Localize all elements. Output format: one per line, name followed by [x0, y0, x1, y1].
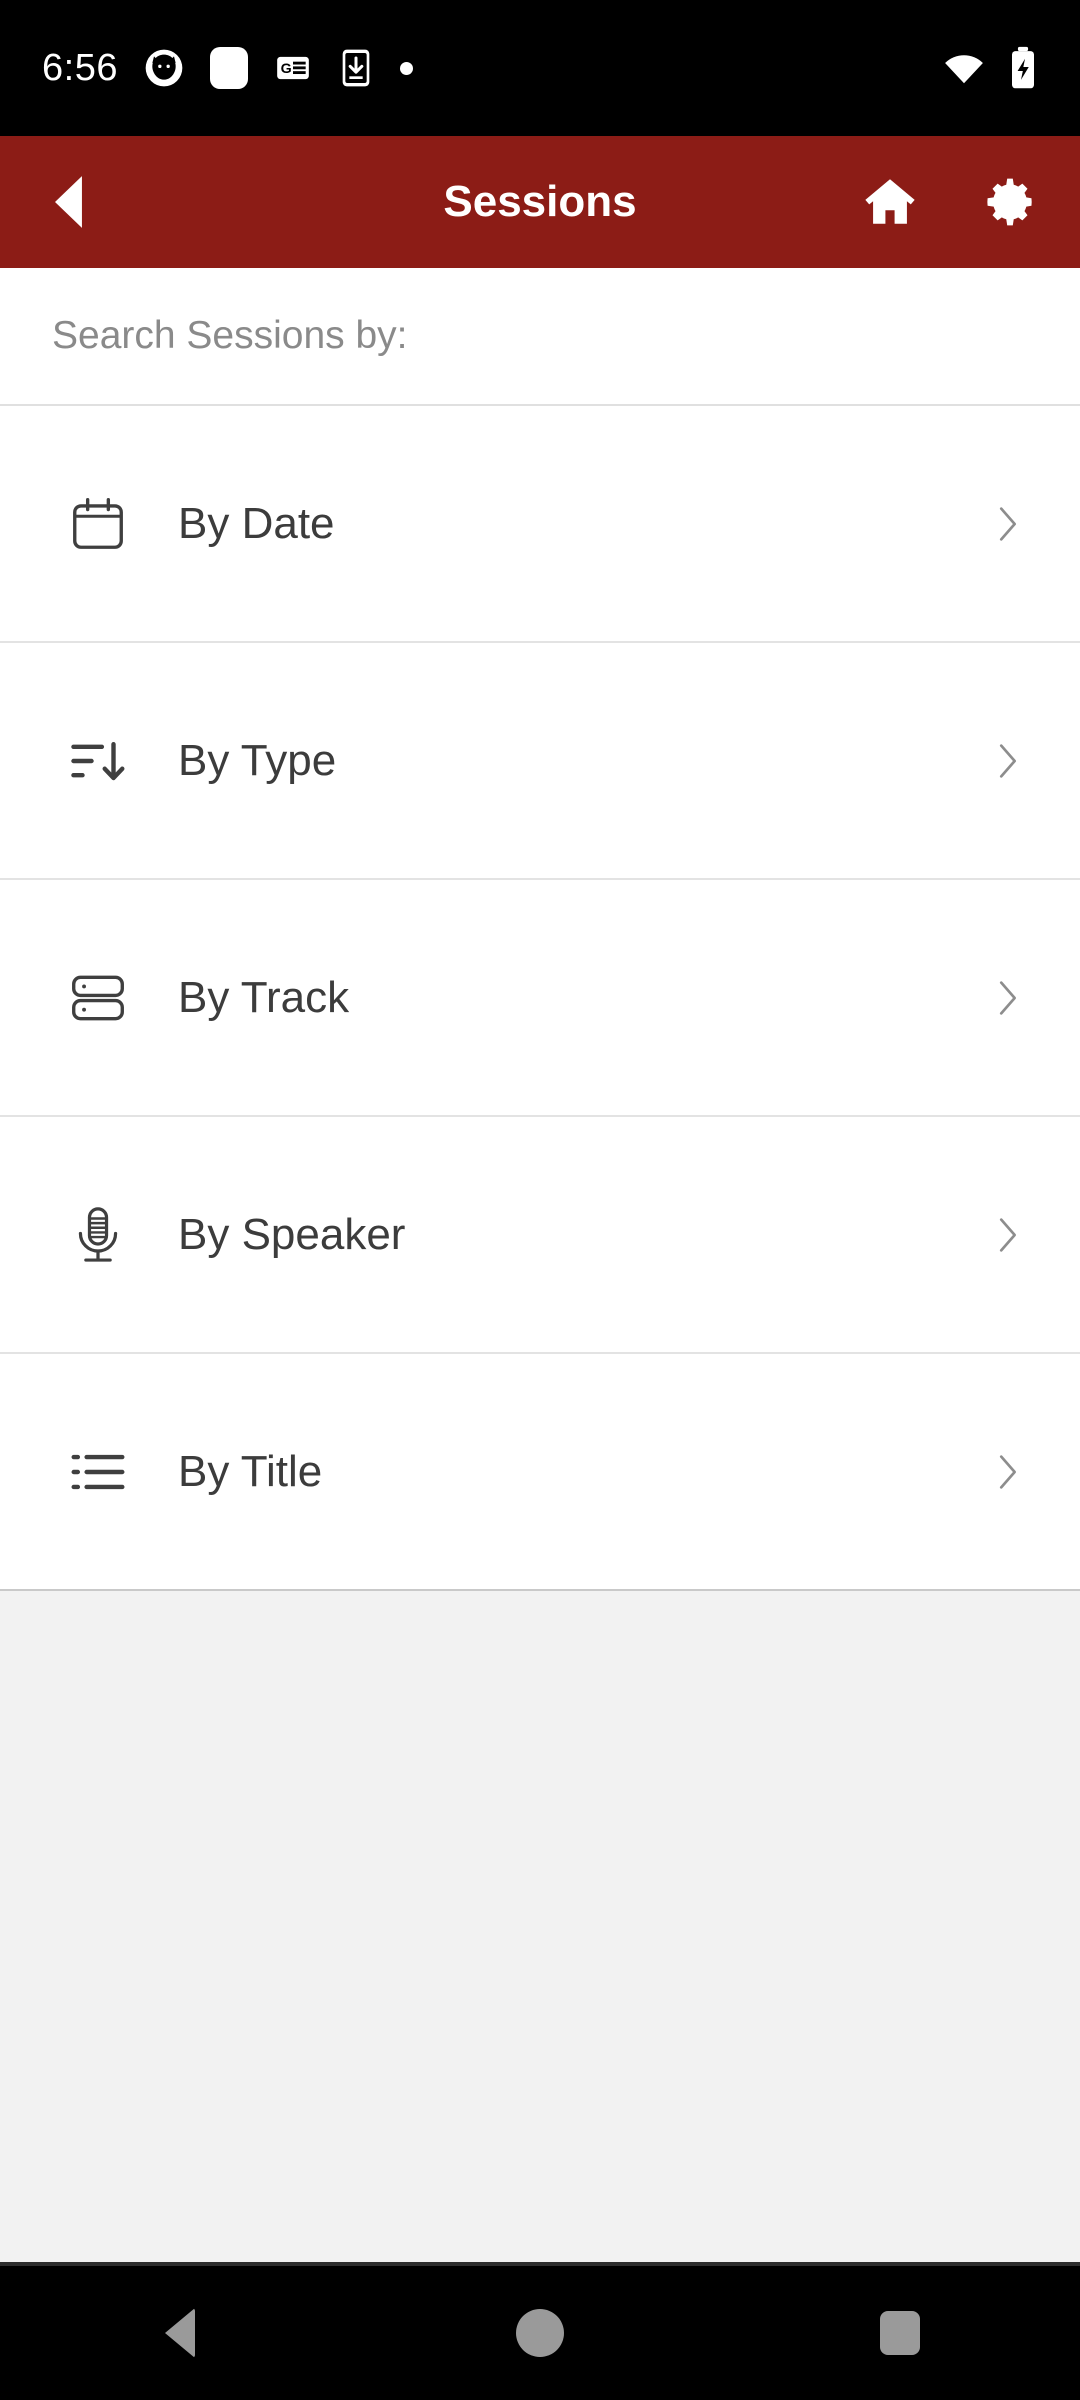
phone-screen: 6:56 G Sessions Search Sessions by: By D…: [0, 0, 1080, 2400]
list-item-label: By Speaker: [178, 1209, 406, 1259]
rounded-square-notification-icon: [209, 47, 248, 89]
list-icon: [62, 1436, 134, 1508]
list-item-label: By Title: [178, 1446, 323, 1496]
list-item-by-type[interactable]: By Type: [0, 643, 1080, 880]
list-item-by-track[interactable]: By Track: [0, 880, 1080, 1117]
status-bar-clock: 6:56: [42, 46, 118, 89]
status-bar-left: 6:56 G: [42, 47, 413, 90]
more-notifications-dot-icon: [399, 61, 413, 75]
list-item-by-date[interactable]: By Date: [0, 406, 1080, 643]
svg-text:G: G: [281, 61, 292, 77]
chevron-right-icon: [980, 734, 1034, 788]
list-item-label: By Type: [178, 735, 337, 785]
nav-back-icon: [165, 2308, 195, 2358]
cat-app-icon: [144, 48, 184, 88]
server-stack-icon: [62, 962, 134, 1034]
app-bar-actions: [854, 166, 1046, 238]
battery-charging-icon: [1008, 46, 1038, 90]
nav-home-icon: [516, 2309, 564, 2357]
status-bar-right: [942, 46, 1038, 90]
nav-recents-icon: [880, 2311, 920, 2355]
app-download-icon: [338, 48, 374, 88]
chevron-right-icon: [980, 497, 1034, 551]
microphone-icon: [62, 1199, 134, 1271]
sort-descending-icon: [62, 725, 134, 797]
home-icon[interactable]: [854, 166, 926, 238]
system-navigation-bar: [0, 2266, 1080, 2400]
nav-recents-button[interactable]: [825, 2266, 975, 2400]
nav-home-button[interactable]: [465, 2266, 615, 2400]
google-news-icon: G: [274, 49, 312, 87]
calendar-icon: [62, 488, 134, 560]
section-header: Search Sessions by:: [0, 268, 1080, 406]
list-item-label: By Date: [178, 498, 335, 548]
chevron-right-icon: [980, 1445, 1034, 1499]
gear-icon[interactable]: [974, 166, 1046, 238]
back-arrow-icon[interactable]: [34, 167, 104, 237]
empty-area: [0, 1591, 1080, 2262]
nav-back-button[interactable]: [105, 2266, 255, 2400]
list-item-label: By Track: [178, 972, 350, 1022]
chevron-right-icon: [980, 971, 1034, 1025]
status-bar: 6:56 G: [0, 0, 1080, 136]
main-content: Search Sessions by: By Date By Type By T…: [0, 268, 1080, 2262]
app-bar: Sessions: [0, 136, 1080, 268]
wifi-icon: [942, 50, 986, 86]
list-item-by-title[interactable]: By Title: [0, 1354, 1080, 1591]
list-item-by-speaker[interactable]: By Speaker: [0, 1117, 1080, 1354]
chevron-right-icon: [980, 1208, 1034, 1262]
section-header-label: Search Sessions by:: [52, 314, 408, 357]
search-options-card: Search Sessions by: By Date By Type By T…: [0, 268, 1080, 1591]
